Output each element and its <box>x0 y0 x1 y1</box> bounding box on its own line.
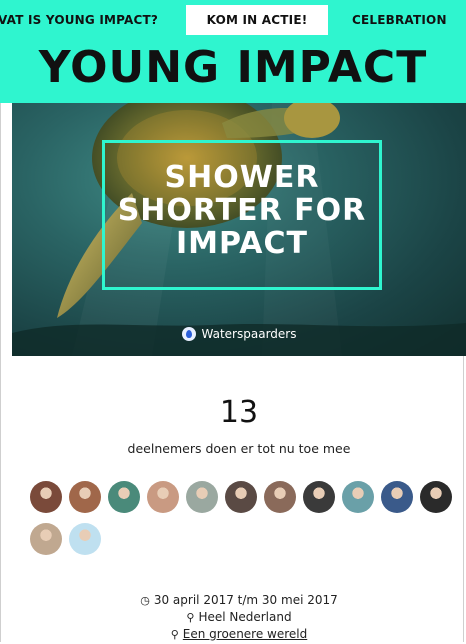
participant-avatar[interactable] <box>69 523 101 555</box>
hero-title-line-1: SHOWER <box>164 160 320 195</box>
participant-avatar[interactable] <box>69 481 101 513</box>
nav-item-kom-in-actie[interactable]: KOM IN ACTIE! <box>186 5 328 35</box>
theme-row: ⚲ Een groenere wereld <box>12 626 466 643</box>
participant-avatar[interactable] <box>420 481 452 513</box>
search-icon: ⚲ <box>170 628 179 641</box>
site-header: VAT IS YOUNG IMPACT? KOM IN ACTIE! CELEB… <box>0 0 466 103</box>
date-range: 30 april 2017 t/m 30 mei 2017 <box>153 593 338 607</box>
participant-avatar[interactable] <box>264 481 296 513</box>
participant-avatar[interactable] <box>30 523 62 555</box>
participant-avatar[interactable] <box>225 481 257 513</box>
location-text: Heel Nederland <box>198 610 292 624</box>
hero-title-line-3: IMPACT <box>176 226 308 261</box>
participant-count-label: deelnemers doen er tot nu toe mee <box>127 441 351 456</box>
nav-item-celebration[interactable]: CELEBRATION <box>352 5 447 35</box>
participant-avatar[interactable] <box>30 481 62 513</box>
organization-link[interactable]: Waterspaarders <box>12 327 466 341</box>
location-row: ⚲ Heel Nederland <box>12 609 466 626</box>
participant-avatar[interactable] <box>147 481 179 513</box>
brand-logo[interactable]: YOUNG IMPACT <box>0 44 466 92</box>
date-row: ◷ 30 april 2017 t/m 30 mei 2017 <box>12 592 466 609</box>
participant-avatar[interactable] <box>381 481 413 513</box>
nav-item-what-is-young-impact[interactable]: VAT IS YOUNG IMPACT? <box>0 5 158 35</box>
clock-icon: ◷ <box>140 594 150 607</box>
participant-avatar[interactable] <box>108 481 140 513</box>
main-nav: VAT IS YOUNG IMPACT? KOM IN ACTIE! CELEB… <box>0 5 466 35</box>
hero-banner: SHOWER SHORTER FOR IMPACT Waterspaarders <box>12 103 466 356</box>
action-details: ◷ 30 april 2017 t/m 30 mei 2017 ⚲ Heel Ned… <box>12 592 466 643</box>
participant-avatar[interactable] <box>186 481 218 513</box>
participant-avatar[interactable] <box>342 481 374 513</box>
hero-title-line-2: SHORTER FOR <box>117 193 367 228</box>
map-pin-icon: ⚲ <box>186 611 195 624</box>
hero-title: SHOWER SHORTER FOR IMPACT <box>102 161 382 260</box>
theme-link[interactable]: Een groenere wereld <box>183 627 307 641</box>
organization-name: Waterspaarders <box>201 327 297 341</box>
water-drop-icon <box>181 327 196 341</box>
participant-avatar[interactable] <box>303 481 335 513</box>
participant-count: 13 <box>219 395 259 430</box>
